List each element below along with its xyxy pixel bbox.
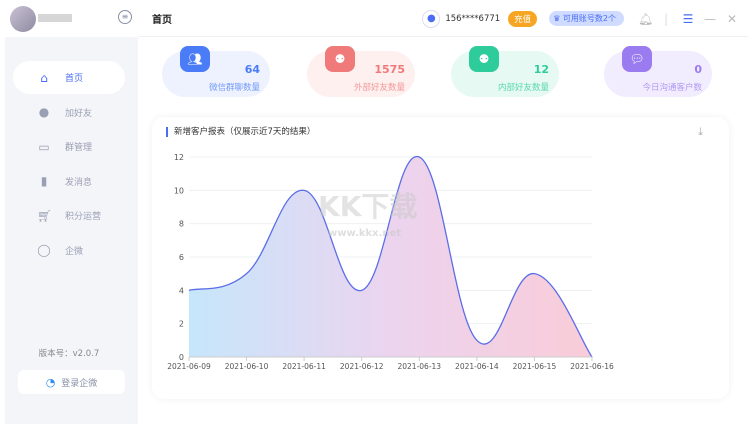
sidebar-item-1[interactable]: ● 加好友 [13,96,125,129]
stat-value: 1575 [374,63,405,76]
y-tick-label: 4 [179,286,184,295]
sidebar-item-3[interactable]: ▮ 发消息 [13,165,125,198]
chat-icon: ◯ [37,243,51,257]
stat-card: ⚉ 12 内部好友数量 [451,46,559,97]
x-tick-label: 2021-06-13 [397,362,441,371]
watermark-url: www.kkx.net [328,228,402,239]
wecom-icon: ◔ [45,375,56,389]
x-tick-label: 2021-06-15 [513,362,557,371]
sidebar-item-5[interactable]: ◯ 企微 [13,234,125,267]
x-tick-label: 2021-06-12 [340,362,384,371]
chart-card: 新增客户报表（仅展示近7天的结果） ⤓ 0 2 4 6 8 10 12 2021-06-09 2… [152,117,729,399]
username-blurred [38,14,72,22]
stat-icon: ⚉ [325,46,355,72]
profile-area: ≡ [0,0,138,37]
stat-label: 内部好友数量 [497,83,549,93]
page-title: 首页 [152,14,172,26]
login-wecom-button[interactable]: ◔ 登录企微 [18,370,125,394]
user-icon[interactable]: ● [422,9,441,28]
header: 首页 ● 156****6771 充值 ♛ 可用账号数2个 🔔︎ | ☰ — ✕ [138,0,748,37]
sidebar-item-label: 加好友 [65,108,93,119]
y-tick-label: 0 [179,353,184,362]
recharge-button[interactable]: 充值 [508,10,538,27]
stat-value: 12 [533,63,549,76]
menu-icon[interactable]: ☰ [682,12,694,26]
stat-icon: 💬︎ [622,46,652,72]
sidebar-item-label: 首页 [65,74,84,84]
stat-value: 0 [694,63,702,76]
stat-icon: 👥︎ [180,46,210,72]
stats-cards: 👥︎ 64 微信群聊数量 ⚉ 1575 外部好友数量 ⚉ 12 内部好友数量 💬︎ 0 今日沟通客户数 [150,45,740,105]
x-tick-label: 2021-06-14 [455,362,499,371]
crown-icon: ♛ [553,14,563,23]
collapse-icon[interactable]: ≡ [118,10,132,24]
x-tick-label: 2021-06-10 [225,362,269,371]
stat-value: 64 [244,63,260,76]
stat-label: 今日沟通客户数 [642,83,702,93]
y-tick-label: 12 [174,153,184,162]
stat-label: 微信群聊数量 [208,83,260,93]
stat-icon: ⚉ [469,46,499,72]
user-icon: ● [38,105,50,119]
stat-card: 👥︎ 64 微信群聊数量 [162,46,270,97]
stat-card: ⚉ 1575 外部好友数量 [307,46,415,97]
divider: | [663,11,669,26]
cart-icon: 🛒︎ [37,208,53,223]
sidebar-item-label: 群管理 [65,143,93,153]
watermark: KK下载 [318,190,418,223]
bell-icon[interactable]: 🔔︎ [638,12,653,26]
accounts-badge[interactable]: ♛ 可用账号数2个 [549,11,624,26]
sidebar-item-label: 企微 [65,246,84,257]
y-tick-label: 8 [179,220,184,229]
x-tick-label: 2021-06-11 [282,362,326,371]
y-tick-label: 2 [179,320,184,329]
stat-label: 外部好友数量 [353,83,405,93]
version-label: 版本号：v2.0.7 [38,349,100,359]
group-icon: ▭ [38,139,50,154]
close-icon[interactable]: ✕ [726,12,738,26]
x-tick-label: 2021-06-16 [570,362,614,371]
sidebar-item-label: 发消息 [65,177,93,188]
avatar[interactable] [10,6,36,32]
phone-number: 156****6771 [445,13,501,24]
y-tick-label: 6 [179,253,184,262]
x-tick-label: 2021-06-09 [167,362,211,371]
sidebar-item-0[interactable]: ⌂ 首页 [13,61,125,94]
minimize-icon[interactable]: — [704,12,716,26]
y-tick-label: 10 [174,186,184,195]
sidebar-item-4[interactable]: 🛒︎ 积分运营 [13,199,125,232]
bar-icon: ▮ [40,174,48,188]
area-chart: 0 2 4 6 8 10 12 2021-06-09 2021-06-10 2021-06-11 2… [167,153,614,371]
sidebar-item-2[interactable]: ▭ 群管理 [13,130,125,163]
home-icon: ⌂ [40,70,48,85]
sidebar-item-label: 积分运营 [65,212,102,222]
stat-card: 💬︎ 0 今日沟通客户数 [604,46,712,97]
